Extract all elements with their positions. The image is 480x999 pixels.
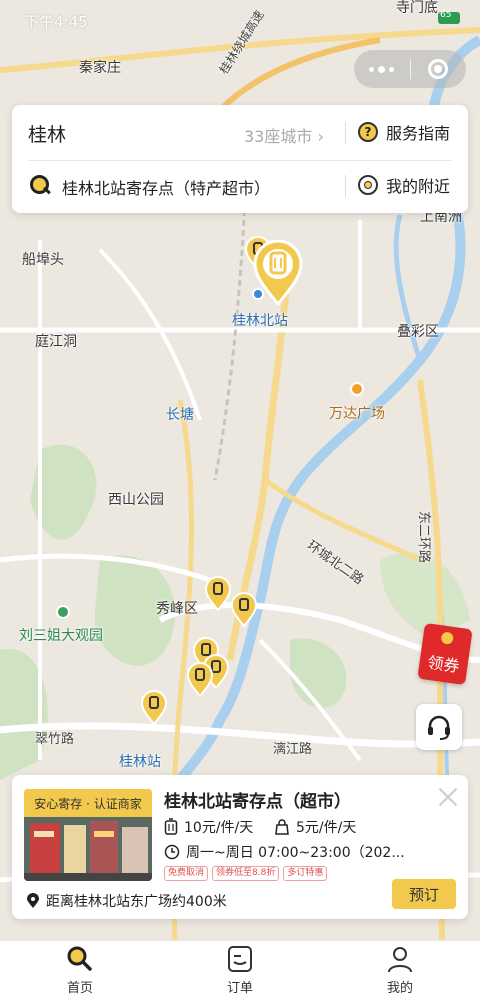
park-poi-icon [56, 605, 70, 619]
search-card: 桂林 33座城市 › ? 服务指南 桂林北站寄存点（特产超市） 我的附近 [12, 105, 468, 213]
distance-text: 距离桂林北站东广场约400米 [46, 894, 227, 910]
map-label-xishan: 西山公园 [108, 492, 164, 508]
search-icon [67, 946, 92, 971]
map-label-wanda: 万达广场 [329, 406, 385, 422]
divider [345, 175, 346, 197]
promo-tag: 领券低至8.8折 [212, 866, 280, 881]
headset-icon [428, 715, 450, 740]
nearby-button[interactable]: 我的附近 [358, 173, 450, 197]
selected-storage-pin-icon[interactable] [252, 240, 304, 306]
clock-icon [164, 844, 180, 860]
map-label-tingjiangdong: 庭江洞 [35, 334, 77, 350]
promo-tag: 多订特惠 [283, 866, 328, 881]
store-card[interactable]: 安心寄存 · 认证商家 桂林北站寄存点（超市） 10元/件/天 5元/件/天 周… [12, 775, 468, 919]
status-time: 下午4:45 [24, 13, 88, 31]
divider [345, 122, 346, 144]
promo-tag: 免费取消 [164, 866, 209, 881]
help-icon: ? [358, 122, 378, 142]
map-label-simendi: 寺门底 [396, 0, 438, 16]
coupon-label: 领券 [426, 652, 461, 677]
storage-pin-icon[interactable] [230, 592, 258, 628]
tab-profile[interactable]: 我的 [320, 941, 480, 999]
coupon-button[interactable]: 领券 [417, 622, 473, 686]
locate-icon [358, 175, 378, 195]
map-label-liusanjie: 刘三姐大观园 [19, 628, 103, 644]
price-small-text: 5元/件/天 [296, 820, 357, 836]
map-label-qinjiazhuang: 秦家庄 [79, 60, 121, 76]
tab-orders[interactable]: 订单 [160, 941, 320, 999]
customer-service-button[interactable] [416, 704, 462, 750]
service-guide-label: 服务指南 [386, 124, 451, 143]
nearby-label: 我的附近 [386, 177, 451, 196]
tab-orders-label: 订单 [226, 981, 253, 996]
store-certified-tag: 安心寄存 · 认证商家 [24, 789, 152, 817]
storage-pin-icon[interactable] [140, 690, 168, 726]
tab-profile-label: 我的 [386, 981, 413, 996]
map-label-xiufeng: 秀峰区 [156, 601, 198, 617]
business-hours-text: 周一~周日 07:00~23:00（202... [186, 845, 405, 861]
location-pin-icon [27, 893, 39, 908]
map-label-guilin-station: 桂林站 [119, 754, 161, 770]
close-icon[interactable] [438, 787, 458, 807]
map-label-lijiang-rd: 漓江路 [273, 742, 313, 757]
service-guide-button[interactable]: ? 服务指南 [358, 120, 450, 144]
map-label-badge: 65 [440, 10, 452, 20]
city-count-link[interactable]: 33座城市 › [244, 123, 324, 147]
mini-program-capsule [354, 50, 466, 88]
map-label-chuanbutou: 船埠头 [22, 252, 64, 268]
user-icon [388, 947, 412, 973]
distance-info: 距离桂林北站东广场约400米 [26, 891, 227, 911]
order-icon [228, 946, 252, 972]
storage-pin-icon[interactable] [186, 662, 214, 698]
promo-tags: 免费取消 领券低至8.8折 多订特惠 [164, 866, 328, 881]
map-label-changtang: 长塘 [166, 407, 194, 423]
search-icon [30, 175, 50, 195]
search-input[interactable]: 桂林北站寄存点（特产超市） [62, 175, 270, 199]
price-small: 5元/件/天 [274, 817, 356, 837]
store-photo: 安心寄存 · 认证商家 [24, 789, 152, 881]
more-dots-icon[interactable] [354, 50, 410, 88]
map-label-cuizhu: 翠竹路 [35, 732, 75, 747]
price-large: 10元/件/天 [164, 817, 253, 837]
price-large-text: 10元/件/天 [184, 820, 254, 836]
tab-home[interactable]: 首页 [0, 941, 160, 999]
bag-icon [275, 819, 289, 835]
mall-poi-icon [350, 382, 364, 396]
record-icon[interactable] [410, 50, 466, 88]
map-label-diecai: 叠彩区 [397, 324, 439, 340]
suitcase-icon [164, 818, 178, 835]
business-hours: 周一~周日 07:00~23:00（202... [164, 842, 405, 862]
book-button[interactable]: 预订 [392, 879, 456, 909]
tab-home-label: 首页 [66, 981, 93, 996]
map-label-dongerhuan: 东二环路 [416, 511, 431, 564]
storage-pin-icon[interactable] [204, 576, 232, 612]
bottom-tab-bar: 首页 订单 我的 [0, 940, 480, 999]
divider [28, 160, 452, 161]
store-name: 桂林北站寄存点（超市） [164, 792, 351, 812]
city-selector[interactable]: 桂林 [28, 120, 66, 147]
map-label-north-station: 桂林北站 [232, 313, 288, 329]
